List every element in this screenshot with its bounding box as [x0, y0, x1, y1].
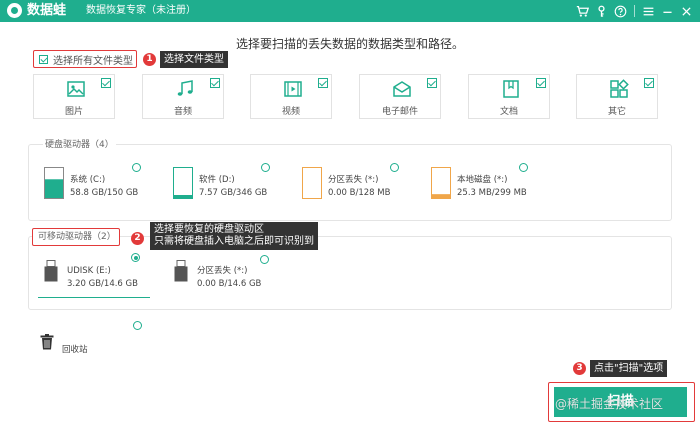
email-icon [392, 79, 412, 99]
drive-size: 58.8 GB/150 GB [70, 188, 139, 198]
file-type-documents[interactable]: 文档 [468, 74, 550, 119]
annotation-tip-2: 选择要恢复的硬盘驱动区 只需将硬盘插入电脑之后即可识别到 [150, 222, 318, 250]
annotation-badge-2: 2 [131, 232, 144, 245]
hard-drives-title: 硬盘驱动器（4） [43, 139, 116, 151]
annotation-tip-3: 点击"扫描"选项 [590, 360, 668, 377]
recycle-bin-radio[interactable] [133, 321, 142, 330]
drive-lost-partition[interactable]: 分区丢失 (*:) 0.00 B/128 MB [302, 163, 412, 207]
frog-logo-icon [7, 3, 22, 18]
document-icon [501, 79, 521, 99]
annotation-badge-3: 3 [573, 362, 586, 375]
drive-radio[interactable] [132, 163, 141, 172]
file-type-label: 图片 [64, 107, 83, 117]
drive-size: 25.3 MB/299 MB [457, 188, 527, 198]
annotation-tip-2-line2: 只需将硬盘插入电脑之后即可识别到 [154, 236, 314, 247]
file-type-label: 文档 [499, 107, 518, 117]
key-icon[interactable] [594, 4, 609, 19]
drive-radio[interactable] [261, 163, 270, 172]
drive-name: UDISK (E:) [67, 266, 111, 276]
drive-radio[interactable] [260, 255, 269, 264]
file-type-checkbox[interactable] [318, 78, 328, 88]
file-type-images[interactable]: 图片 [33, 74, 115, 119]
drive-c[interactable]: 系统 (C:) 58.8 GB/150 GB [44, 163, 154, 207]
recycle-bin-icon [40, 334, 54, 350]
file-type-checkbox[interactable] [644, 78, 654, 88]
drive-size: 7.57 GB/346 GB [199, 188, 268, 198]
menu-icon[interactable] [641, 4, 656, 19]
checkbox-check-icon [39, 54, 48, 64]
video-icon [283, 79, 303, 99]
file-type-checkbox[interactable] [536, 78, 546, 88]
drive-name: 软件 (D:) [199, 175, 235, 185]
drive-radio[interactable] [519, 163, 528, 172]
usb-drive-icon [174, 260, 188, 282]
file-type-checkbox[interactable] [210, 78, 220, 88]
watermark: @稀土掘金技术社区 [555, 397, 664, 411]
title-bar: 数据蛙 数据恢复专家（未注册） [0, 0, 700, 22]
music-icon [175, 79, 195, 99]
hard-drive-icon [173, 167, 193, 199]
app-name: 数据蛙 [27, 3, 67, 18]
file-type-label: 其它 [607, 107, 626, 117]
toolbar-separator [634, 5, 635, 17]
app-subtitle: 数据恢复专家（未注册） [86, 5, 196, 16]
drive-name: 本地磁盘 (*:) [457, 175, 508, 185]
drive-local-disk[interactable]: 本地磁盘 (*:) 25.3 MB/299 MB [431, 163, 541, 207]
annotation-badge-1: 1 [143, 53, 156, 66]
drive-d[interactable]: 软件 (D:) 7.57 GB/346 GB [173, 163, 283, 207]
annotation-tip-2-line1: 选择要恢复的硬盘驱动区 [154, 224, 264, 235]
select-all-checkbox[interactable]: 选择所有文件类型 [33, 50, 137, 68]
file-type-other[interactable]: 其它 [576, 74, 658, 119]
help-icon[interactable] [613, 4, 628, 19]
other-icon [609, 79, 629, 99]
recycle-bin-label: 回收站 [62, 345, 88, 355]
drive-name: 分区丢失 (*:) [197, 266, 248, 276]
drive-udisk[interactable]: UDISK (E:) 3.20 GB/14.6 GB [38, 253, 150, 298]
file-type-label: 视频 [281, 107, 300, 117]
file-type-video[interactable]: 视频 [250, 74, 332, 119]
select-all-label: 选择所有文件类型 [53, 55, 133, 67]
image-icon [66, 79, 86, 99]
cart-icon[interactable] [575, 4, 590, 19]
drive-radio[interactable] [390, 163, 399, 172]
drive-size: 3.20 GB/14.6 GB [67, 279, 138, 289]
file-type-email[interactable]: 电子邮件 [359, 74, 441, 119]
close-icon[interactable] [679, 4, 694, 19]
file-type-label: 电子邮件 [381, 107, 418, 117]
file-type-checkbox[interactable] [101, 78, 111, 88]
drive-usb-lost-partition[interactable]: 分区丢失 (*:) 0.00 B/14.6 GB [168, 255, 280, 298]
hard-drive-icon [44, 167, 64, 199]
drive-size: 0.00 B/14.6 GB [197, 279, 262, 289]
drive-radio-selected[interactable] [131, 253, 140, 262]
drive-usage-bar [38, 297, 150, 298]
annotation-tip-1: 选择文件类型 [160, 51, 228, 68]
usb-drive-icon [44, 260, 58, 282]
file-type-checkbox[interactable] [427, 78, 437, 88]
lost-partition-icon [302, 167, 322, 199]
drive-size: 0.00 B/128 MB [328, 188, 391, 198]
drive-name: 系统 (C:) [70, 175, 106, 185]
file-type-audio[interactable]: 音频 [142, 74, 224, 119]
removable-drives-title: 可移动驱动器（2） [38, 232, 116, 242]
minimize-icon[interactable] [660, 4, 675, 19]
file-type-label: 音频 [173, 107, 192, 117]
drive-name: 分区丢失 (*:) [328, 175, 379, 185]
local-disk-icon [431, 167, 451, 199]
recycle-bin[interactable]: 回收站 [40, 334, 110, 356]
